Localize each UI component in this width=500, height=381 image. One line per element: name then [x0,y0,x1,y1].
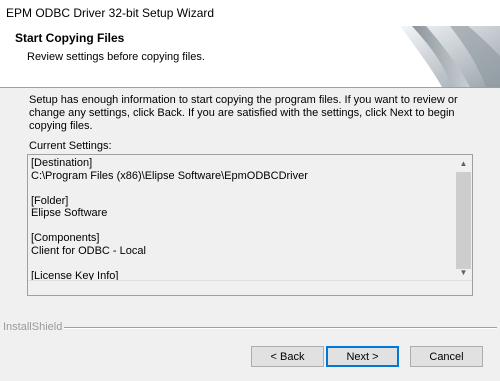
scroll-down-icon[interactable]: ▼ [455,264,472,281]
horizontal-scrollbar[interactable] [28,280,472,295]
cancel-button[interactable]: Cancel [410,346,483,367]
page-title: Start Copying Files [15,31,125,45]
current-settings-box[interactable]: [Destination] C:\Program Files (x86)\Eli… [27,154,473,296]
current-settings-label: Current Settings: [29,140,112,152]
wizard-header: Start Copying Files Review settings befo… [0,26,500,88]
window-title: EPM ODBC Driver 32-bit Setup Wizard [6,6,215,20]
title-bar: EPM ODBC Driver 32-bit Setup Wizard [0,0,500,26]
scroll-thumb[interactable] [456,172,471,269]
back-button[interactable]: < Back [251,346,324,367]
scroll-up-icon[interactable]: ▲ [455,155,472,172]
vertical-scrollbar[interactable]: ▲ ▼ [455,155,472,281]
wizard-content: Setup has enough information to start co… [0,88,500,381]
settings-text: [Destination] C:\Program Files (x86)\Eli… [31,157,308,281]
page-subtitle: Review settings before copying files. [27,51,205,63]
wizard-graphic-icon [400,26,500,87]
installshield-brand: InstallShield [3,321,63,333]
intro-text: Setup has enough information to start co… [29,94,458,132]
next-button[interactable]: Next > [326,346,399,367]
footer-divider [64,327,497,329]
